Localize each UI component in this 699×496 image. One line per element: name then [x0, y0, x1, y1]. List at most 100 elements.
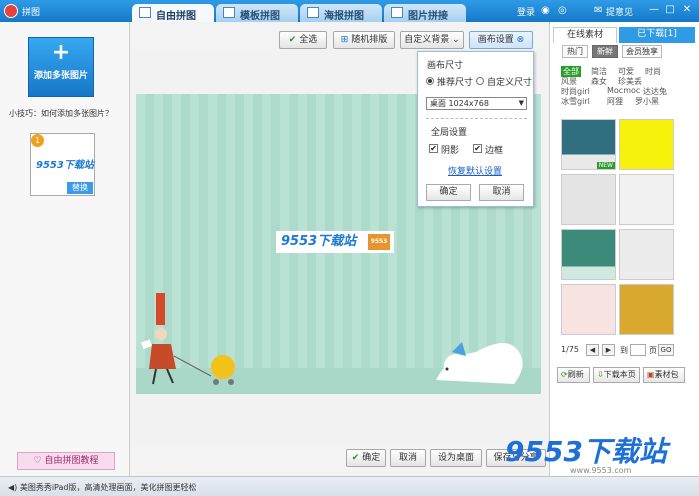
status-bar: ◀) 美图秀秀iPad版，高清处理画面，美化拼图更轻松 — [0, 476, 699, 496]
collage-icon — [139, 7, 151, 18]
app-icon — [4, 4, 18, 18]
canvas-settings-button[interactable]: 画布设置 ⊗ — [469, 31, 533, 49]
new-badge: NEW — [596, 162, 615, 169]
recommended-size-label: 推荐尺寸 — [437, 78, 474, 88]
category-forest-girl[interactable]: 森女 — [591, 76, 607, 87]
tab-downloaded[interactable]: 已下载[1] — [619, 27, 695, 43]
material-thumbnail[interactable] — [561, 284, 616, 335]
tab-online-materials[interactable]: 在线素材 — [553, 27, 617, 43]
feedback-icon: ✉ — [594, 5, 603, 16]
canvas-size-title: 画布尺寸 — [427, 61, 464, 71]
template-icon — [223, 7, 235, 18]
next-page-button[interactable]: ▶ — [602, 344, 615, 356]
custom-background-button[interactable]: 自定义背景 ⌄ — [400, 31, 464, 49]
maximize-button[interactable]: □ — [663, 4, 677, 16]
login-link[interactable]: 登录 — [517, 5, 535, 18]
weibo-icon[interactable]: ◎ — [558, 5, 567, 16]
random-layout-button[interactable]: ⊞ 随机排版 — [333, 31, 395, 49]
prev-page-button[interactable]: ◀ — [586, 344, 599, 356]
category-ali[interactable]: 阿狸 — [607, 96, 623, 107]
help-icon: ♡ — [33, 456, 45, 466]
material-panel: 在线素材 已下载[1] 热门 新鲜 会员独享 全部 简洁 可爱 时尚 风景 森女… — [549, 22, 699, 476]
filter-new[interactable]: 新鲜 — [592, 45, 618, 58]
filter-member[interactable]: 会员独享 — [622, 45, 662, 58]
close-button[interactable]: ✕ — [680, 4, 694, 16]
page-number-input[interactable] — [630, 344, 646, 356]
left-panel: + 添加多张图片 小技巧：如何添加多张图片？ 1 9553下载站 替换 ♡ 自由… — [0, 22, 130, 476]
boy-figure-illustration — [141, 293, 212, 385]
tab-template-collage[interactable]: 模板拼图 — [216, 4, 298, 22]
recommended-size-radio[interactable] — [426, 77, 434, 85]
material-thumbnail[interactable] — [561, 229, 616, 280]
stitch-icon — [391, 7, 403, 18]
category-luoxiaohei[interactable]: 罗小黑 — [635, 96, 659, 107]
canvas-size-select[interactable]: 桌面 1024x768 ▼ — [426, 97, 527, 110]
app-title: 拼图 — [22, 8, 41, 18]
thumbnail-index-badge: 1 — [31, 134, 44, 147]
set-desktop-button[interactable]: 设为桌面 — [430, 449, 482, 467]
select-all-button[interactable]: ✔ 全选 — [279, 31, 327, 49]
title-bar: 拼图 自由拼图 模板拼图 海报拼图 图片拼接 登录 ◉ ◎ ✉ 提意见 — □ … — [0, 0, 699, 22]
custom-size-label: 自定义尺寸 — [487, 78, 533, 88]
poster-logo[interactable]: 9553下载站 9553 — [276, 231, 394, 253]
goto-label: 到 — [620, 346, 628, 355]
border-checkbox[interactable]: ✔ — [473, 144, 482, 153]
tab-image-stitch[interactable]: 图片拼接 — [384, 4, 466, 22]
tab-free-collage[interactable]: 自由拼图 — [132, 4, 214, 22]
ball-illustration — [211, 355, 235, 385]
border-label: 边框 — [485, 146, 504, 156]
material-thumbnail[interactable] — [561, 174, 616, 225]
replace-button[interactable]: 替换 — [67, 182, 93, 194]
shadow-label: 阴影 — [441, 146, 460, 156]
qq-icon[interactable]: ◉ — [541, 5, 550, 16]
tutorial-button[interactable]: ♡ 自由拼图教程 — [17, 452, 115, 470]
watermark-logo: 9553下载站 — [505, 435, 667, 468]
status-text[interactable]: ◀) 美图秀秀iPad版，高清处理画面，美化拼图更轻松 — [8, 482, 197, 493]
popup-confirm-button[interactable]: 确定 — [426, 184, 471, 201]
polar-bear-illustration — [436, 342, 523, 384]
download-icon: ⇩ — [597, 370, 604, 379]
material-thumbnail[interactable] — [619, 119, 674, 170]
dropdown-arrow-icon: ▼ — [518, 99, 524, 107]
thumbnail-logo: 9553下载站 — [36, 160, 94, 171]
package-icon: ▣ — [647, 370, 655, 379]
filter-hot[interactable]: 热门 — [562, 45, 588, 58]
page-suffix-label: 页 — [649, 346, 657, 355]
custom-size-radio[interactable] — [476, 77, 484, 85]
popup-divider — [426, 118, 527, 119]
speaker-icon: ◀) — [8, 483, 20, 492]
canvas-settings-popup: 画布尺寸 推荐尺寸 自定义尺寸 桌面 1024x768 ▼ 全局设置 ✔ 阴影 ✔… — [417, 51, 534, 207]
material-thumbnail[interactable]: NEW — [561, 119, 616, 170]
check-icon: ✔ — [351, 453, 363, 463]
category-mocmoc[interactable]: Mocmoc — [607, 86, 640, 95]
add-images-label: 添加多张图片 — [33, 71, 88, 81]
confirm-button[interactable]: ✔ 确定 — [346, 449, 386, 467]
material-thumbnail[interactable] — [619, 229, 674, 280]
material-thumbnail[interactable] — [619, 174, 674, 225]
plus-icon: + — [51, 40, 71, 65]
add-images-button[interactable]: + 添加多张图片 — [28, 37, 94, 97]
restore-default-link[interactable]: 恢复默认设置 — [448, 164, 502, 177]
go-button[interactable]: GO — [658, 344, 674, 356]
check-icon: ✔ — [288, 35, 300, 45]
chevron-down-icon: ⌄ — [449, 35, 460, 45]
page-indicator: 1/75 — [561, 345, 579, 354]
refresh-button[interactable]: ⟳刷新 — [557, 367, 590, 383]
global-settings-title: 全局设置 — [431, 128, 468, 138]
watermark-url: www.9553.com — [570, 466, 632, 475]
popup-cancel-button[interactable]: 取消 — [479, 184, 524, 201]
feedback-link[interactable]: 提意见 — [606, 5, 633, 18]
minimize-button[interactable]: — — [647, 4, 661, 16]
material-thumbnail[interactable] — [619, 284, 674, 335]
shadow-checkbox[interactable]: ✔ — [429, 144, 438, 153]
material-pack-button[interactable]: ▣素材包 — [643, 367, 685, 383]
poster-logo-box: 9553 — [368, 234, 390, 250]
category-fashion[interactable]: 时尚 — [645, 66, 661, 77]
category-ice-girl[interactable]: 冰雪girl — [561, 96, 590, 107]
image-thumbnail[interactable]: 1 9553下载站 替换 — [30, 133, 95, 196]
chevron-up-icon: ⊗ — [513, 35, 525, 45]
tab-poster-collage[interactable]: 海报拼图 — [300, 4, 382, 22]
download-page-button[interactable]: ⇩下载本页 — [593, 367, 640, 383]
cancel-button[interactable]: 取消 — [390, 449, 426, 467]
tip-link[interactable]: 小技巧：如何添加多张图片？ — [9, 108, 113, 119]
